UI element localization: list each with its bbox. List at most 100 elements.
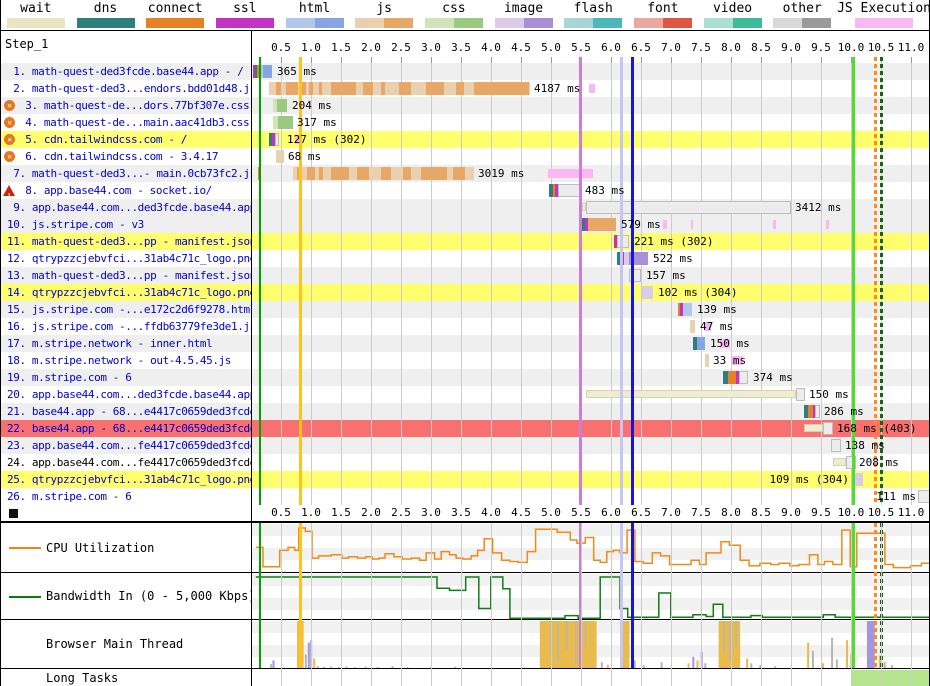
request-row[interactable]: ✕ 5. cdn.tailwindcss.com - / xyxy=(1,131,251,148)
request-bar-segment[interactable] xyxy=(739,371,748,384)
grid-line xyxy=(491,57,492,505)
request-row[interactable]: 11. math-quest-ded3...pp - manifest.json xyxy=(1,233,251,250)
request-bar-segment[interactable] xyxy=(823,422,833,435)
request-row[interactable]: 25. qtrypzzcjebvfci...31ab4c71c_logo.png xyxy=(1,471,251,488)
request-duration-label: 4187 ms xyxy=(534,80,580,97)
request-bar-segment[interactable] xyxy=(804,424,823,432)
request-bar-segment[interactable] xyxy=(319,82,322,95)
request-bar-segment[interactable] xyxy=(705,354,709,367)
waterfall-row-stripe xyxy=(252,369,930,386)
request-duration-label: 157 ms xyxy=(646,267,686,284)
request-bar-segment[interactable] xyxy=(263,65,272,78)
request-row[interactable]: 19. m.stripe.com - 6 xyxy=(1,369,251,386)
request-row[interactable]: 17. m.stripe.network - inner.html xyxy=(1,335,251,352)
bandwidth-section-label: Bandwidth In (0 - 5,000 Kbps) xyxy=(46,589,256,603)
grid-line xyxy=(401,523,402,686)
legend-color-swatch xyxy=(286,18,344,28)
request-row[interactable]: 1. math-quest-ded3fcde.base44.app - / xyxy=(1,63,251,80)
request-row[interactable]: 24. app.base44.com...fe4417c0659ded3fcde xyxy=(1,454,251,471)
request-row[interactable]: 15. js.stripe.com -...e172c2d6f9278.html xyxy=(1,301,251,318)
request-bar-segment[interactable] xyxy=(683,303,692,316)
legend-item-label: flash xyxy=(574,2,613,16)
request-bar-segment[interactable] xyxy=(275,133,279,146)
request-row[interactable]: ✕ 3. math-quest-de...dors.77bf307e.css xyxy=(1,97,251,114)
js-execution-block xyxy=(663,220,667,229)
legend-item-label: wait xyxy=(20,2,51,16)
request-duration-label: 150 ms xyxy=(710,335,750,352)
request-bar-segment[interactable] xyxy=(558,184,581,197)
grid-line xyxy=(461,57,462,505)
request-duration-label: 3412 ms xyxy=(795,199,841,216)
request-row[interactable]: 16. js.stripe.com -...ffdb63779fe3de1.js xyxy=(1,318,251,335)
request-row[interactable]: 10. js.stripe.com - v3 xyxy=(1,216,251,233)
request-row[interactable]: 9. app.base44.com...ded3fcde.base44.app xyxy=(1,199,251,216)
legend-color-swatch xyxy=(855,18,913,28)
request-bar-segment[interactable] xyxy=(586,201,791,214)
legend-item-label: html xyxy=(299,2,330,16)
request-bar-segment[interactable] xyxy=(363,82,373,95)
request-bar-segment[interactable] xyxy=(319,167,323,180)
request-bar-segment[interactable] xyxy=(453,167,465,180)
legend-color-swatch xyxy=(146,18,204,28)
bottom-charts: CPU Utilization Bandwidth In (0 - 5,000 … xyxy=(1,522,930,686)
request-row[interactable]: ✕ 6. cdn.tailwindcss.com - 3.4.17 xyxy=(1,148,251,165)
request-row[interactable]: 20. app.base44.com...ded3fcde.base44.app xyxy=(1,386,251,403)
legend-color-swatch xyxy=(773,18,831,28)
request-bar-segment[interactable] xyxy=(357,167,369,180)
request-bar-segment[interactable] xyxy=(331,82,356,95)
request-bar-segment[interactable] xyxy=(277,99,287,112)
request-row[interactable]: ✕ 4. math-quest-de...main.aac41db3.css xyxy=(1,114,251,131)
request-row[interactable]: 23. app.base44.com...fe4417c0659ded3fcde xyxy=(1,437,251,454)
waterfall-row-stripe xyxy=(252,233,930,250)
request-bar-segment[interactable] xyxy=(831,439,841,452)
request-bar-segment[interactable] xyxy=(617,235,629,248)
request-bar-segment[interactable] xyxy=(697,337,705,350)
request-duration-label: 33 ms xyxy=(713,352,746,369)
request-bar-segment[interactable] xyxy=(381,82,385,95)
request-row[interactable]: ! 8. app.base44.com - socket.io/ xyxy=(1,182,251,199)
request-row[interactable]: 13. math-quest-ded3...pp - manifest.json xyxy=(1,267,251,284)
legend-color-swatch xyxy=(425,18,483,28)
request-row[interactable]: 21. base44.app - 68...e4417c0659ded3fcde xyxy=(1,403,251,420)
request-bar-segment[interactable] xyxy=(918,490,930,503)
request-row[interactable]: 7. math-quest-ded3...- main.0cb73fc2.js xyxy=(1,165,251,182)
request-bar-segment[interactable] xyxy=(642,286,653,299)
request-bar-segment[interactable] xyxy=(309,82,313,95)
request-bar-segment[interactable] xyxy=(586,390,796,398)
request-bar-segment[interactable] xyxy=(833,458,846,466)
request-url-label: 9. app.base44.com...ded3fcde.base44.app xyxy=(7,199,251,216)
request-url-label: 22. base44.app - 68...e4417c0659ded3fcde xyxy=(7,420,251,437)
grid-line xyxy=(791,523,792,686)
request-bar-segment[interactable] xyxy=(474,82,529,95)
request-bar-segment[interactable] xyxy=(690,320,695,333)
request-duration-label: 483 ms xyxy=(585,182,625,199)
request-bar-segment[interactable] xyxy=(276,150,284,163)
request-bar-segment[interactable] xyxy=(286,82,298,95)
request-bar-segment[interactable] xyxy=(399,82,411,95)
request-bar-segment[interactable] xyxy=(728,371,736,384)
request-bar-segment[interactable] xyxy=(307,167,315,180)
request-bar-segment[interactable] xyxy=(426,82,444,95)
request-bar-segment[interactable] xyxy=(381,167,391,180)
request-duration-label: 317 ms xyxy=(297,114,337,131)
request-row[interactable]: 12. qtrypzzcjebvfci...31ab4c71c_logo.png xyxy=(1,250,251,267)
request-bar-segment[interactable] xyxy=(796,388,805,401)
request-bar-segment[interactable] xyxy=(421,167,447,180)
legend-item-label: ssl xyxy=(233,2,256,16)
request-bar-segment[interactable] xyxy=(456,82,464,95)
request-bar-segment[interactable] xyxy=(276,82,281,95)
request-bar-segment[interactable] xyxy=(403,167,411,180)
request-bar-segment[interactable] xyxy=(278,116,293,129)
legend-color-swatch xyxy=(77,18,135,28)
request-url-label: 5. cdn.tailwindcss.com - / xyxy=(19,131,187,148)
request-bar-segment[interactable] xyxy=(588,218,616,231)
request-row[interactable]: 26. m.stripe.com - 6 xyxy=(1,488,251,505)
request-bar-segment[interactable] xyxy=(815,405,820,418)
request-row[interactable]: 18. m.stripe.network - out-4.5.45.js xyxy=(1,352,251,369)
request-duration-label: 221 ms (302) xyxy=(634,233,713,250)
request-bar-segment[interactable] xyxy=(331,167,349,180)
request-row[interactable]: 14. qtrypzzcjebvfci...31ab4c71c_logo.png xyxy=(1,284,251,301)
request-row[interactable]: 22. base44.app - 68...e4417c0659ded3fcde xyxy=(1,420,251,437)
request-row[interactable]: 2. math-quest-ded3...endors.bdd01d48.js xyxy=(1,80,251,97)
axis-tick-mark xyxy=(671,57,672,63)
